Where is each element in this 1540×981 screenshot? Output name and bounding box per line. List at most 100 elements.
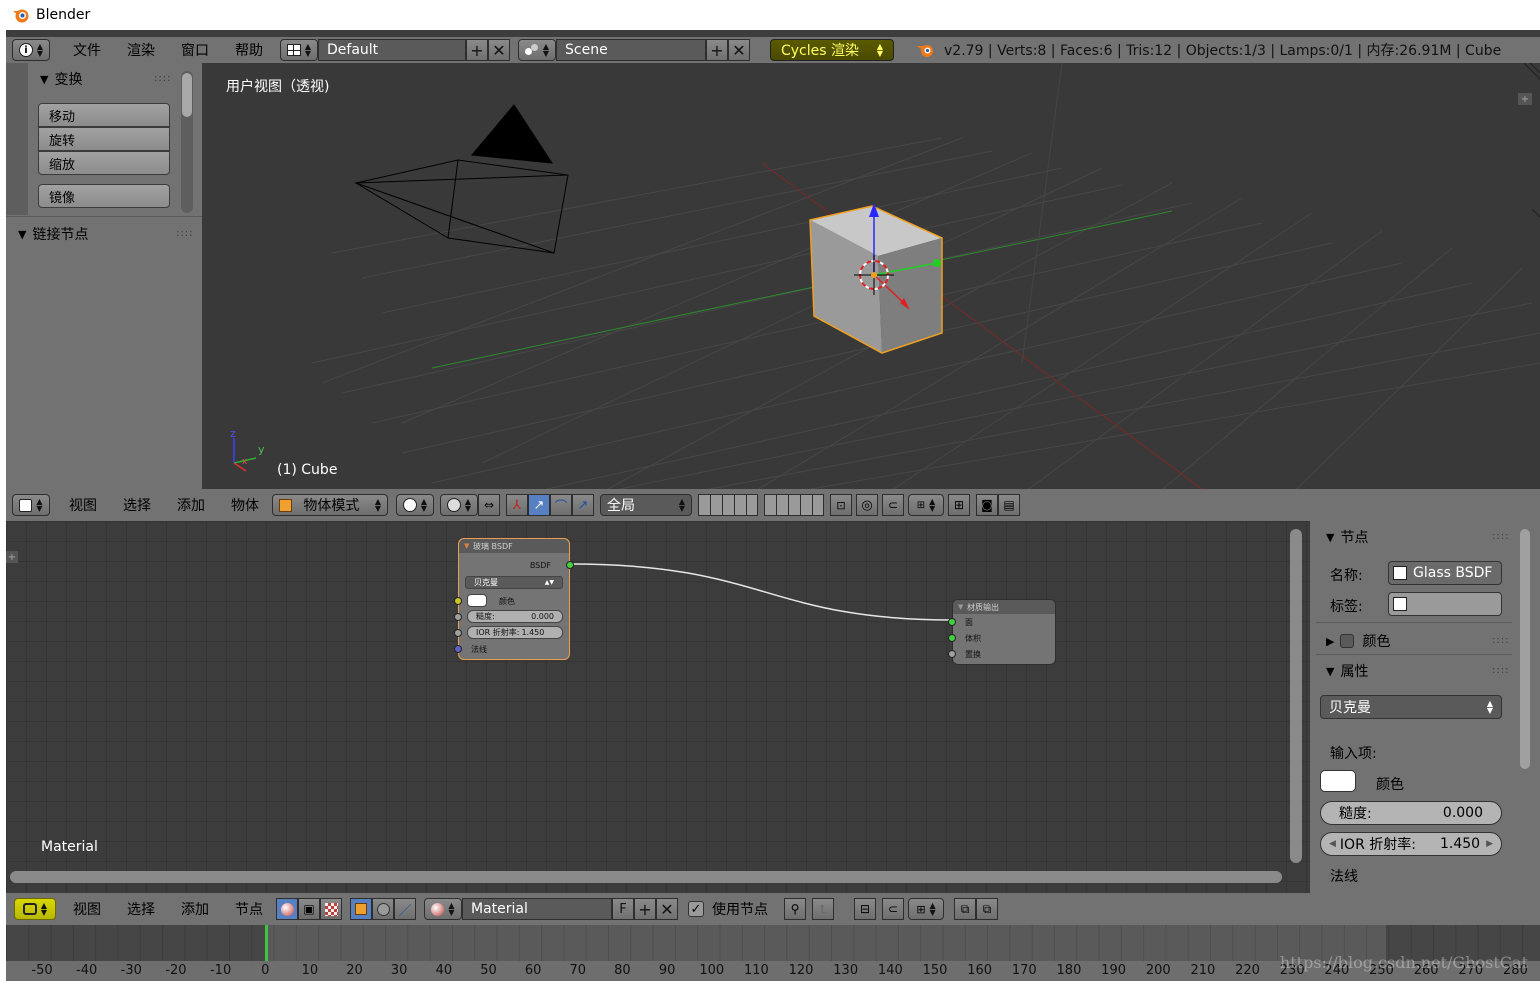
increment-arrow-icon[interactable]: ▶: [1486, 839, 1493, 849]
proportional-edit-button[interactable]: ◎: [856, 494, 878, 516]
translate-button[interactable]: 移动: [38, 103, 170, 127]
panel-grip-icon[interactable]: ::::: [1492, 665, 1509, 676]
panel-grip-icon[interactable]: ::::: [154, 73, 171, 84]
snap-target-button[interactable]: ⊞: [948, 494, 970, 516]
surface-input-socket[interactable]: [948, 618, 956, 626]
camera-object[interactable]: [354, 104, 569, 254]
scene-field[interactable]: Scene: [556, 39, 706, 61]
manipulator-toggle-button[interactable]: ⅄: [506, 494, 528, 516]
use-nodes-checkbox[interactable]: ✓: [688, 901, 704, 917]
cube-object[interactable]: [809, 205, 943, 354]
shader-type-world-button[interactable]: [372, 898, 394, 920]
3d-viewport[interactable]: 用户视图（透视) z y x (1) Cube +: [202, 63, 1540, 489]
delete-scene-button[interactable]: ✕: [728, 39, 750, 61]
volume-input-socket[interactable]: [948, 634, 956, 642]
node-menu-select[interactable]: 选择: [114, 896, 168, 922]
menu-render[interactable]: 渲染: [114, 37, 168, 63]
glass-color-swatch[interactable]: [467, 594, 487, 607]
properties-scrollbar[interactable]: [1520, 529, 1530, 769]
layer-buttons-b[interactable]: [764, 494, 824, 516]
glass-distribution-dropdown[interactable]: 贝克曼 ▲▼: [465, 576, 563, 589]
tool-shelf-scrollbar[interactable]: [181, 71, 193, 213]
link-nodes-panel-header[interactable]: ▼ 链接节点: [18, 224, 88, 244]
scene-selector[interactable]: ▲ ▼: [518, 39, 556, 61]
node-snap-toggle-button[interactable]: ⊂: [882, 898, 904, 920]
scale-button[interactable]: 缩放: [38, 151, 170, 175]
node-canvas-hscrollbar[interactable]: [10, 871, 1282, 883]
color-panel-checkbox[interactable]: [1340, 634, 1355, 648]
screen-layout-selector[interactable]: ▲ ▼: [280, 39, 318, 61]
bsdf-output-socket[interactable]: [566, 561, 574, 569]
viewport-shading-selector[interactable]: ▲ ▼: [396, 494, 434, 516]
editor-type-3dview-button[interactable]: ▲ ▼: [12, 494, 50, 516]
panel-grip-icon[interactable]: ::::: [1492, 635, 1509, 646]
decrement-arrow-icon[interactable]: ◀: [1329, 839, 1336, 849]
menu-view[interactable]: 视图: [56, 492, 110, 518]
rotate-button[interactable]: 旋转: [38, 127, 170, 151]
panel-grip-icon[interactable]: ::::: [1492, 531, 1509, 542]
distribution-dropdown[interactable]: 贝克曼 ▲ ▼: [1320, 695, 1502, 719]
mirror-button[interactable]: 镜像: [38, 184, 170, 208]
ior-number-field[interactable]: ◀ IOR 折射率: 1.450 ▶: [1320, 832, 1502, 856]
scrollbar-thumb[interactable]: [182, 73, 192, 117]
material-name-field[interactable]: Material: [462, 898, 612, 920]
glass-bsdf-node-header[interactable]: ▼ 玻璃 BSDF: [459, 539, 569, 553]
menu-file[interactable]: 文件: [60, 37, 114, 63]
snap-element-selector[interactable]: ⊞ ▲ ▼: [908, 494, 944, 516]
lock-to-scene-button[interactable]: ⊡: [830, 494, 852, 516]
transform-panel-header[interactable]: ▼ 变换: [40, 69, 82, 89]
menu-help[interactable]: 帮助: [222, 37, 276, 63]
material-fake-user-button[interactable]: F: [612, 898, 634, 920]
screen-layout-field[interactable]: Default: [318, 39, 466, 61]
timeline[interactable]: -50 -40 -30 -20 -10 0 10 20 30 40 50 60 70 80 90 100 110…: [6, 925, 1540, 981]
node-canvas-vscrollbar[interactable]: [1290, 529, 1302, 863]
rotate-manipulator-button[interactable]: ⌒: [550, 494, 572, 516]
ior-input-socket[interactable]: [454, 629, 462, 637]
properties-panel-header[interactable]: ▼ 属性: [1326, 661, 1368, 681]
interaction-mode-selector[interactable]: 物体模式 ▲ ▼: [272, 494, 388, 516]
node-panel-header[interactable]: ▼ 节点: [1326, 527, 1368, 547]
opengl-render-button[interactable]: ◙: [976, 494, 998, 516]
material-output-node-header[interactable]: ▼ 材质输出: [953, 600, 1055, 614]
menu-window[interactable]: 窗口: [168, 37, 222, 63]
editor-type-info-button[interactable]: i ▲ ▼: [12, 39, 50, 61]
glass-bsdf-node[interactable]: ▼ 玻璃 BSDF BSDF 贝克曼 ▲▼ 颜色 糙度: 0.000 IOR 折…: [454, 538, 574, 660]
new-material-button[interactable]: +: [634, 898, 656, 920]
backdrop-button[interactable]: ⊟: [854, 898, 876, 920]
pin-node-tree-button[interactable]: ⚲: [784, 898, 806, 920]
menu-select[interactable]: 选择: [110, 492, 164, 518]
texture-nodes-button[interactable]: [320, 898, 342, 920]
displacement-input-socket[interactable]: [948, 650, 956, 658]
roughness-slider[interactable]: 糙度: 0.000: [1320, 801, 1502, 825]
copy-nodes-button[interactable]: ⧉: [954, 898, 976, 920]
translate-manipulator-button[interactable]: ↗: [528, 494, 550, 516]
menu-object[interactable]: 物体: [218, 492, 272, 518]
glass-ior-field[interactable]: IOR 折射率: 1.450: [467, 626, 563, 639]
pivot-point-selector[interactable]: ▲ ▼: [440, 494, 478, 516]
node-tag-field[interactable]: [1388, 592, 1502, 616]
add-scene-button[interactable]: +: [706, 39, 728, 61]
manipulate-center-points-button[interactable]: ⇔: [478, 494, 500, 516]
add-screen-button[interactable]: +: [466, 39, 488, 61]
tool-shelf-tabs[interactable]: [6, 63, 28, 215]
shader-type-object-button[interactable]: [350, 898, 372, 920]
node-menu-view[interactable]: 视图: [60, 896, 114, 922]
material-output-node[interactable]: ▼ 材质输出 面 体积 置换: [948, 599, 1056, 665]
opengl-render-anim-button[interactable]: ▤: [998, 494, 1020, 516]
node-menu-node[interactable]: 节点: [222, 896, 276, 922]
normal-input-socket[interactable]: [454, 645, 462, 653]
panel-grip-icon[interactable]: ::::: [176, 228, 193, 239]
node-name-field[interactable]: Glass BSDF: [1388, 561, 1502, 585]
color-panel-header[interactable]: ▶ 颜色: [1326, 631, 1390, 651]
node-snap-element-selector[interactable]: ⊞ ▲ ▼: [908, 898, 944, 920]
current-frame-cursor[interactable]: [265, 925, 268, 961]
shader-type-linestyle-button[interactable]: ／: [394, 898, 416, 920]
transform-orientation-selector[interactable]: 全局 ▲ ▼: [600, 494, 692, 516]
color-input-socket[interactable]: [454, 597, 462, 605]
node-editor-canvas[interactable]: + ▼ 玻璃 BSDF BSDF 贝克曼 ▲▼ 颜色 糙度: 0.000 IOR…: [6, 521, 1310, 893]
glass-roughness-field[interactable]: 糙度: 0.000: [467, 610, 563, 623]
paste-nodes-button[interactable]: ⧉: [976, 898, 998, 920]
go-to-parent-button[interactable]: ⮤: [812, 898, 834, 920]
render-engine-selector[interactable]: Cycles 渲染 ▲ ▼: [770, 39, 894, 61]
viewport-properties-toggle[interactable]: +: [1518, 93, 1532, 105]
